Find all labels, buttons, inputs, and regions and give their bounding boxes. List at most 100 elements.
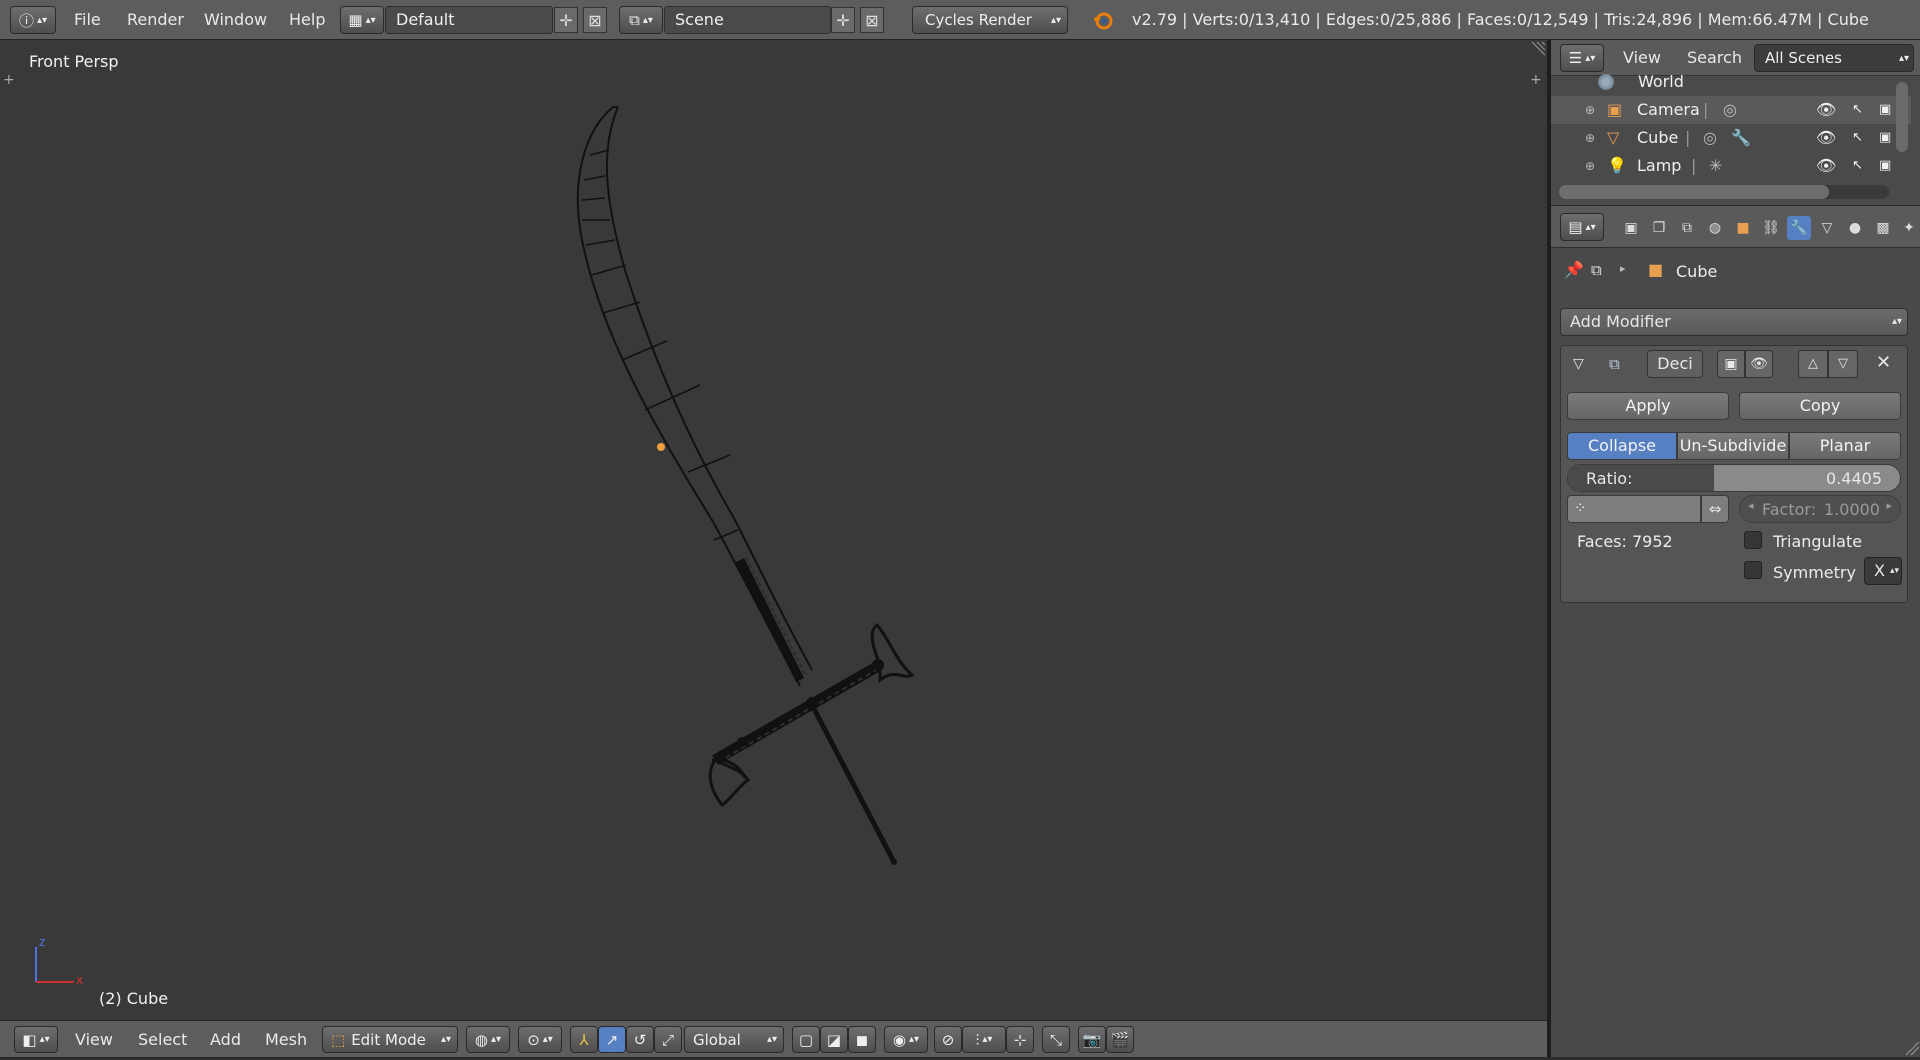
render-camera-icon[interactable]: ▣ xyxy=(1879,152,1891,180)
opengl-render-button[interactable]: 📷 xyxy=(1078,1026,1106,1053)
vertex-group-icon: ⁘ xyxy=(1574,499,1587,517)
transform-orientation-dropdown[interactable]: Global ▴▾ xyxy=(684,1026,784,1053)
scale-toggle[interactable]: ⤢ xyxy=(654,1026,682,1053)
modifiers-tab-icon[interactable]: 🔧 xyxy=(1787,216,1811,240)
symmetry-axis-dropdown[interactable]: X ▴▾ xyxy=(1864,557,1902,585)
blender-logo-icon xyxy=(1092,9,1114,31)
layout-name-field[interactable]: Default xyxy=(385,6,553,34)
delete-scene-icon[interactable]: ⊠ xyxy=(860,7,884,33)
mode-planar-tab[interactable]: Planar xyxy=(1789,432,1901,460)
add-scene-icon[interactable]: ✛ xyxy=(831,7,855,33)
manipulator-toggle[interactable]: ⅄ xyxy=(570,1026,598,1053)
object-tab-icon[interactable]: ■ xyxy=(1731,216,1755,240)
modifier-viewport-eye-icon[interactable]: 👁 xyxy=(1745,350,1773,378)
sword-mesh-wireframe[interactable]: z x xyxy=(0,40,1547,1020)
outliner-row-lamp[interactable]: ⊕ 💡 Lamp | ✳ 👁 ↖ ▣ xyxy=(1551,152,1911,180)
select-arrow-icon[interactable]: ↖ xyxy=(1852,124,1863,152)
outliner-horizontal-scrollbar[interactable] xyxy=(1559,185,1889,199)
vertex-group-field[interactable]: ⁘ xyxy=(1567,495,1701,523)
render-engine-dropdown[interactable]: Cycles Render ▴▾ xyxy=(912,6,1068,34)
menu-window[interactable]: Window xyxy=(204,0,267,40)
scene-tab-icon[interactable]: ⧉ xyxy=(1675,216,1699,240)
move-down-icon[interactable]: ▽ xyxy=(1828,350,1858,378)
material-tab-icon[interactable]: ● xyxy=(1843,216,1867,240)
particles-tab-icon[interactable]: ✦ xyxy=(1897,216,1920,240)
render-camera-icon[interactable]: ▣ xyxy=(1879,124,1891,152)
mode-collapse-tab[interactable]: Collapse xyxy=(1567,432,1677,460)
ratio-slider[interactable]: Ratio: 0.4405 xyxy=(1567,464,1901,492)
modifier-name-field[interactable]: Deci xyxy=(1647,350,1703,378)
snap-target-icon: ⊹ xyxy=(1013,1030,1027,1049)
overlay-toggle[interactable]: ⤡ xyxy=(1042,1026,1070,1053)
menu-select[interactable]: Select xyxy=(138,1021,187,1058)
pin-icon[interactable]: 📌 xyxy=(1564,260,1584,279)
copy-button[interactable]: Copy xyxy=(1739,392,1901,420)
info-editor-button[interactable]: ⓘ ▴▾ xyxy=(10,6,56,34)
select-arrow-icon[interactable]: ↖ xyxy=(1852,152,1863,180)
selected-vertex[interactable] xyxy=(657,443,665,451)
menu-mesh[interactable]: Mesh xyxy=(265,1021,307,1058)
visibility-eye-icon[interactable]: 👁 xyxy=(1816,152,1836,180)
screen-layout-button[interactable]: ▦ ▴▾ xyxy=(340,6,384,34)
translate-toggle[interactable]: ↗ xyxy=(598,1026,626,1053)
pivot-button[interactable]: ⊙ ▴▾ xyxy=(518,1026,562,1053)
select-arrow-icon[interactable]: ↖ xyxy=(1852,96,1863,124)
snap-target-toggle[interactable]: ⊹ xyxy=(1006,1026,1034,1053)
outliner-icon: ☰ xyxy=(1568,49,1583,67)
vertex-select-toggle[interactable]: ▢ xyxy=(792,1026,820,1053)
add-icon[interactable]: ✛ xyxy=(554,7,578,33)
mode-unsubdivide-tab[interactable]: Un-Subdivide xyxy=(1677,432,1789,460)
outliner-row-cube[interactable]: ⊕ ▽ Cube | ◎ 🔧 👁 ↖ ▣ xyxy=(1551,124,1911,152)
symmetry-checkbox[interactable] xyxy=(1744,561,1762,579)
edge-select-toggle[interactable]: ◪ xyxy=(820,1026,848,1053)
scene-selector-button[interactable]: ⧉ ▴▾ xyxy=(619,6,663,34)
menu-add[interactable]: Add xyxy=(210,1021,241,1058)
constraints-tab-icon[interactable]: ⛓ xyxy=(1759,216,1783,240)
menu-render[interactable]: Render xyxy=(127,0,184,40)
menu-file[interactable]: File xyxy=(74,0,101,40)
render-layers-tab-icon[interactable]: ❐ xyxy=(1647,216,1671,240)
invert-vertex-group-icon[interactable]: ⇔ xyxy=(1701,495,1729,523)
add-modifier-label: Add Modifier xyxy=(1570,312,1671,331)
symmetry-label: Symmetry xyxy=(1773,563,1856,582)
menu-view[interactable]: View xyxy=(75,1021,113,1058)
menu-help[interactable]: Help xyxy=(289,0,325,40)
scene-name-field[interactable]: Scene xyxy=(664,6,831,34)
render-engine-label: Cycles Render xyxy=(925,11,1032,29)
properties-editor-button[interactable]: ▤ ▴▾ xyxy=(1560,213,1604,241)
face-select-toggle[interactable]: ◼ xyxy=(848,1026,876,1053)
visibility-eye-icon[interactable]: 👁 xyxy=(1816,96,1836,124)
modifier-render-toggle-icon[interactable]: ▣ xyxy=(1717,350,1745,378)
add-modifier-dropdown[interactable]: Add Modifier ▴▾ xyxy=(1560,308,1908,336)
rotate-toggle[interactable]: ↺ xyxy=(626,1026,654,1053)
visibility-eye-icon[interactable]: 👁 xyxy=(1816,124,1836,152)
outliner-vertical-scrollbar[interactable] xyxy=(1896,82,1908,152)
mirror-toggle[interactable]: ⊘ xyxy=(934,1026,962,1053)
render-tab-icon[interactable]: ▣ xyxy=(1619,216,1643,240)
data-tab-icon[interactable]: ▽ xyxy=(1815,216,1839,240)
opengl-anim-button[interactable]: 🎬 xyxy=(1106,1026,1134,1053)
mode-dropdown[interactable]: ⬚ Edit Mode ▴▾ xyxy=(322,1026,458,1053)
snap-element-button[interactable]: ⫶ ▴▾ xyxy=(962,1026,1006,1053)
collapse-panel-icon[interactable]: ▽ xyxy=(1573,356,1584,372)
editor-type-button[interactable]: ◧ ▴▾ xyxy=(14,1026,58,1053)
world-tab-icon[interactable]: ◍ xyxy=(1703,216,1727,240)
proportional-edit-button[interactable]: ◉ ▴▾ xyxy=(884,1026,928,1053)
close-icon[interactable]: ⊠ xyxy=(583,7,607,33)
screen-layout-icon: ▦ xyxy=(348,11,363,29)
render-camera-icon[interactable]: ▣ xyxy=(1879,96,1891,124)
outliner-row-camera[interactable]: ⊕ ▣ Camera | ◎ 👁 ↖ ▣ xyxy=(1551,96,1911,124)
outliner-display-mode-dropdown[interactable]: All Scenes ▴▾ xyxy=(1754,44,1914,72)
remove-modifier-icon[interactable]: ✕ xyxy=(1876,352,1891,373)
outliner-editor-button[interactable]: ☰ ▴▾ xyxy=(1560,44,1604,72)
viewport-shading-button[interactable]: ◍ ▴▾ xyxy=(466,1026,510,1053)
render-icon: 📷 xyxy=(1082,1030,1102,1049)
texture-tab-icon[interactable]: ▩ xyxy=(1871,216,1895,240)
factor-field: ◂ Factor: 1.0000 ▸ xyxy=(1739,495,1901,523)
apply-button[interactable]: Apply xyxy=(1567,392,1729,420)
outliner-row-world[interactable]: World xyxy=(1551,70,1911,94)
triangulate-checkbox[interactable] xyxy=(1744,531,1762,549)
move-up-icon[interactable]: △ xyxy=(1798,350,1828,378)
properties-split-corner-icon[interactable] xyxy=(1904,1040,1920,1056)
outliner-item-label: Cube xyxy=(1637,128,1679,147)
